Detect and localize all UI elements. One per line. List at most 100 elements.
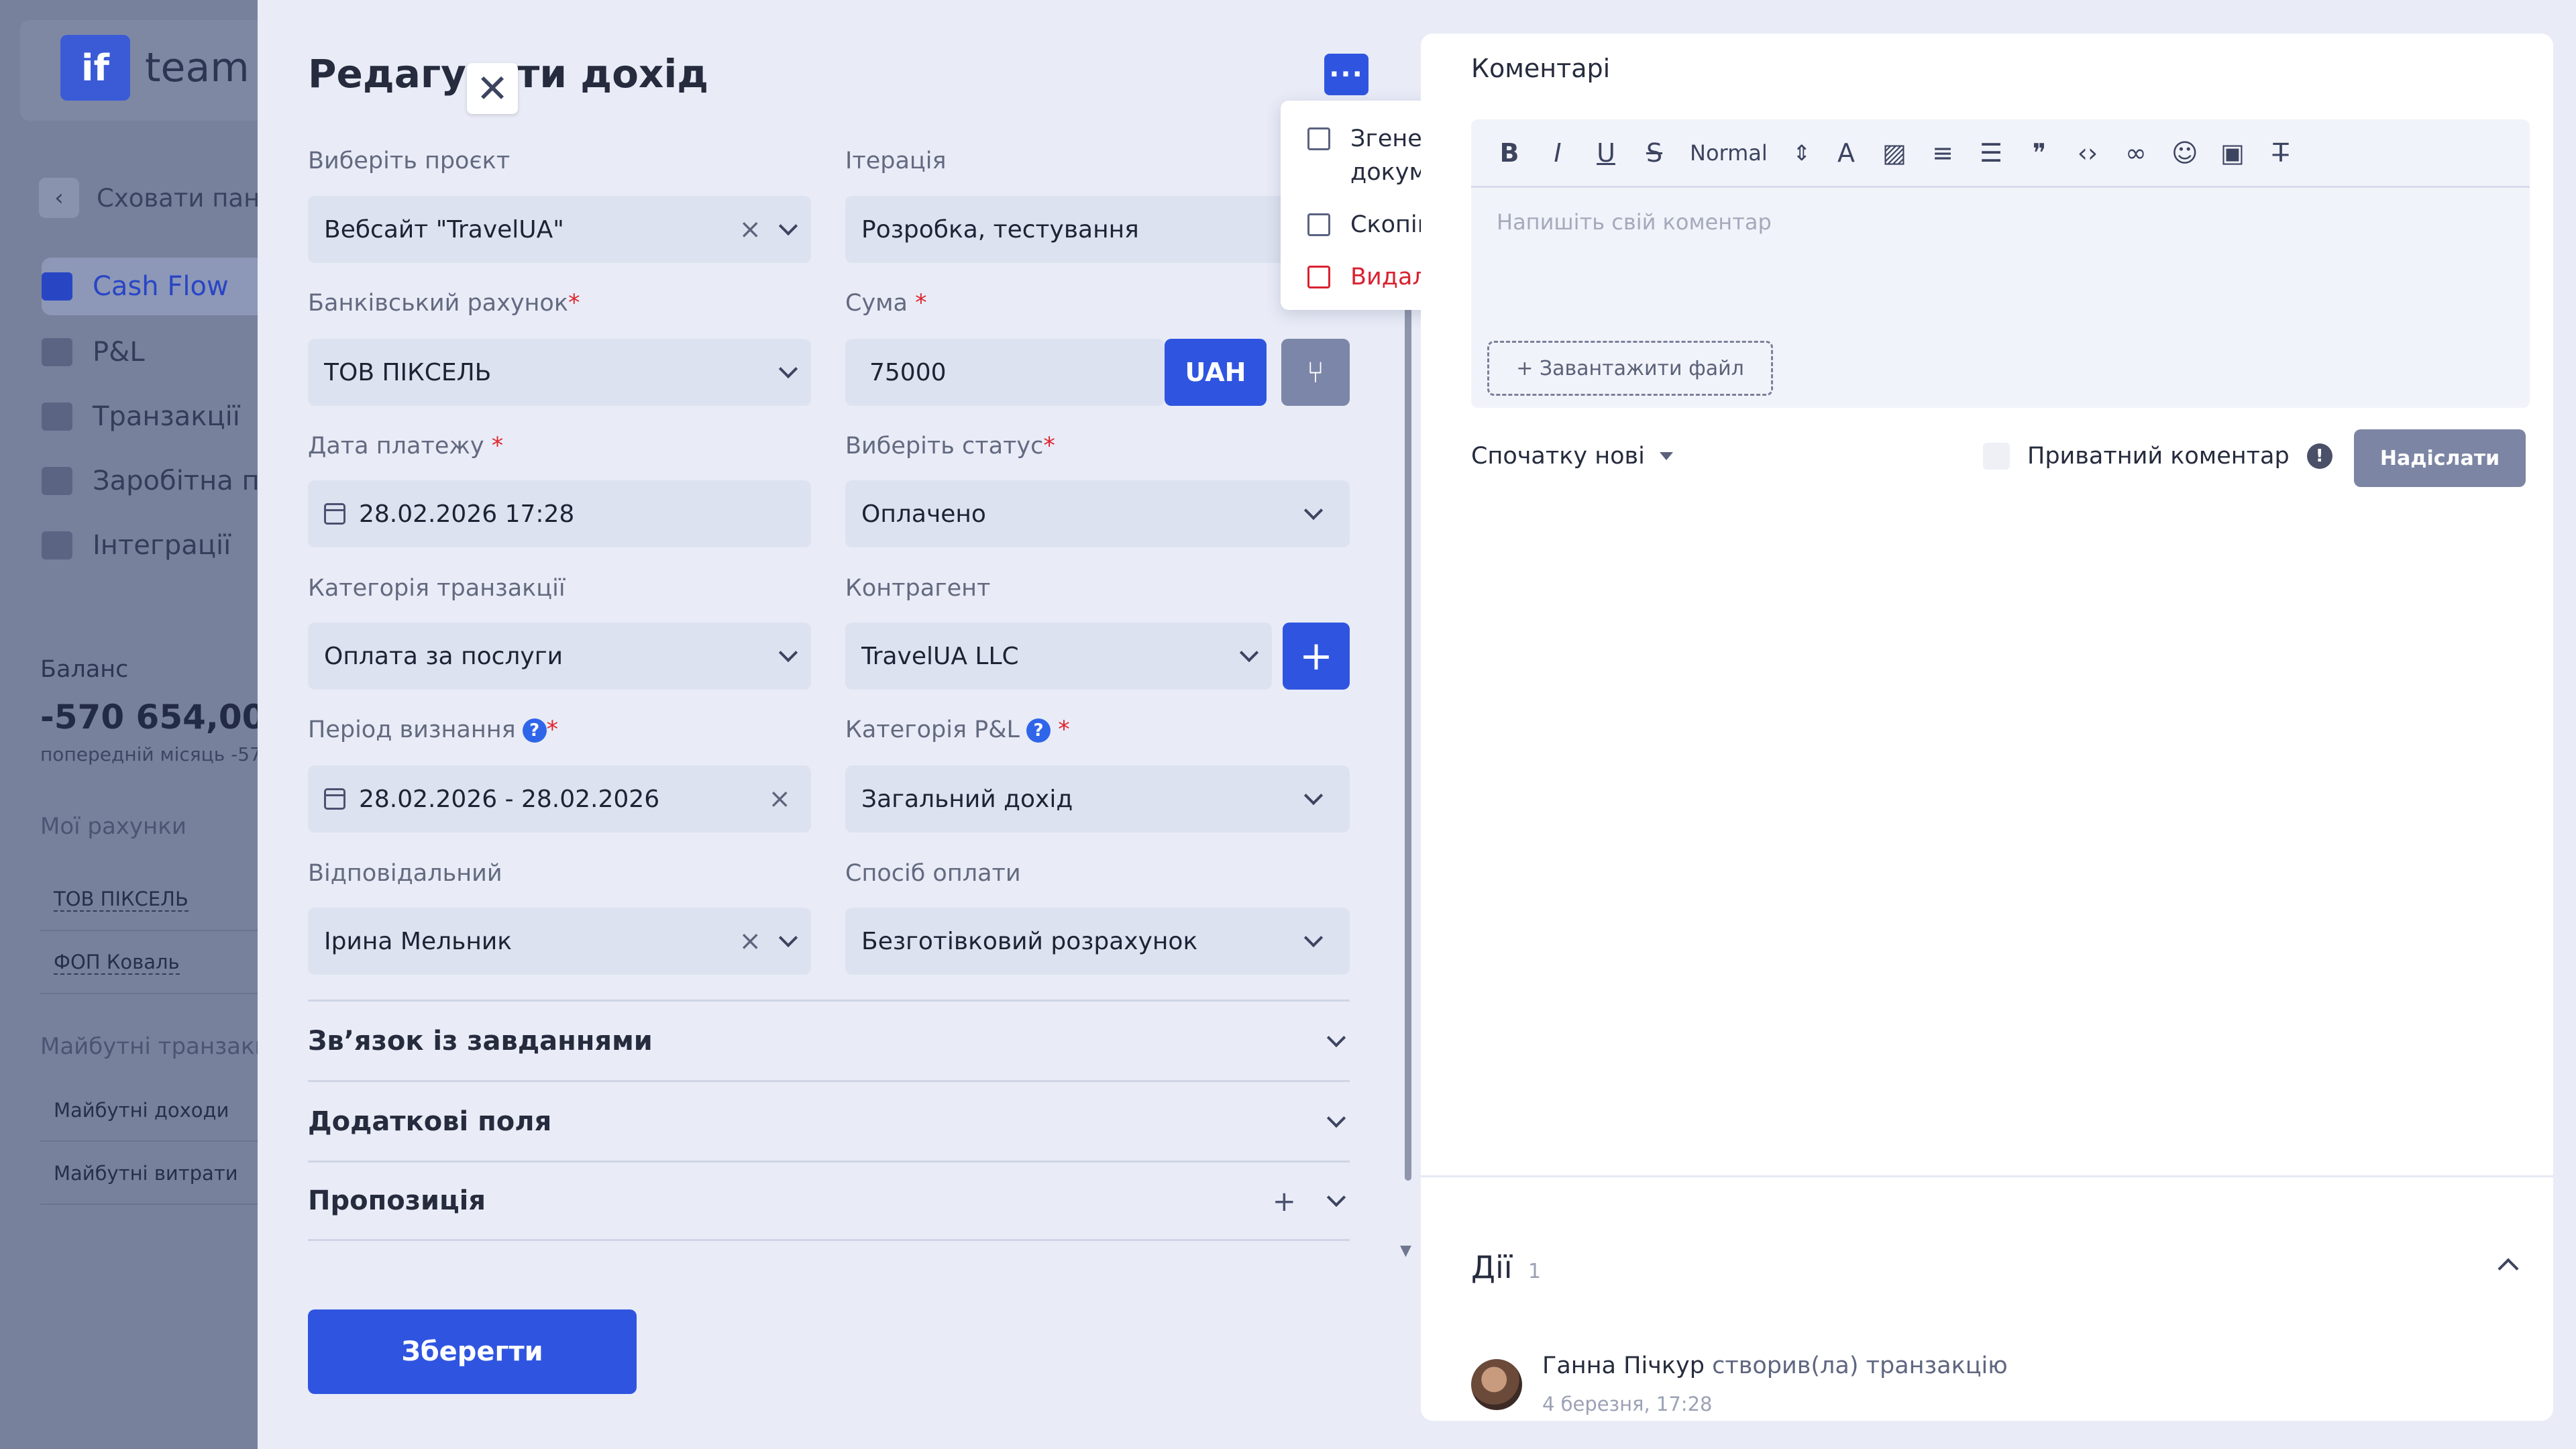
category-label: Категорія транзакції — [308, 575, 566, 602]
more-options-button[interactable]: ··· — [1324, 54, 1368, 95]
accordion-proposal[interactable]: Пропозиція + — [308, 1161, 1350, 1241]
responsible-value: Ірина Мельник — [324, 927, 513, 955]
nav-label: Інтеграції — [93, 530, 231, 561]
send-button[interactable]: Надіслати — [2354, 429, 2526, 487]
link-icon[interactable]: ∞ — [2123, 138, 2149, 168]
amount-value: 75000 — [869, 358, 947, 386]
chevron-up-icon[interactable] — [2498, 1258, 2519, 1279]
nav-item-transactions[interactable]: Транзакції — [42, 388, 258, 445]
amount-input[interactable]: 75000 — [845, 339, 1165, 406]
payment-date-input[interactable]: 28.02.2026 17:28 — [308, 480, 811, 547]
strikethrough-button[interactable]: S — [1642, 138, 1667, 168]
responsible-select[interactable]: Ірина Мельник × — [308, 908, 811, 975]
amount-label: Сума * — [845, 290, 927, 317]
accordion-extra-fields[interactable]: Додаткові поля — [308, 1080, 1350, 1161]
counterparty-label: Контрагент — [845, 575, 991, 602]
comment-editor[interactable]: B I U S Normal ⇕ A ▨ ≡ ☰ ❞ ‹› ∞ ☺ ▣ T̶ На… — [1471, 119, 2530, 408]
actions-title: Дії — [1471, 1249, 1513, 1285]
clear-icon[interactable]: × — [768, 784, 791, 814]
plus-icon[interactable]: + — [1273, 1185, 1296, 1218]
chevron-down-icon — [1326, 1187, 1346, 1208]
payment-date-label: Дата платежу * — [308, 433, 504, 460]
accordion-task-links[interactable]: Зв’язок із завданнями — [308, 1000, 1350, 1080]
background-sidebar: if team ‹ Сховати панел Cash Flow P&L Тр… — [0, 0, 258, 1449]
private-comment-toggle[interactable]: Приватний коментар ! — [1983, 443, 2332, 470]
future-item[interactable]: Майбутні доходи — [40, 1080, 258, 1142]
nav-item-salary[interactable]: Заробітна п — [42, 452, 258, 510]
activity-text: Ганна Пічкур створив(ла) транзакцію — [1542, 1352, 2008, 1379]
quote-icon[interactable]: ❞ — [2027, 138, 2052, 168]
project-select[interactable]: Вебсайт "TravelUA" × — [308, 196, 811, 263]
counterparty-value: TravelUA LLC — [861, 642, 1019, 670]
pl-category-select[interactable]: Загальний дохід — [845, 765, 1350, 833]
avatar — [1471, 1359, 1522, 1410]
bold-button[interactable]: B — [1497, 138, 1522, 168]
highlight-icon[interactable]: ▨ — [1882, 138, 1907, 168]
nav-item-pl[interactable]: P&L — [42, 323, 258, 381]
trash-icon — [1307, 266, 1330, 288]
private-label: Приватний коментар — [2027, 443, 2290, 470]
scrollbar-thumb[interactable] — [1405, 161, 1411, 1181]
text-color-icon[interactable]: A — [1833, 138, 1859, 168]
chevron-down-icon — [778, 928, 798, 948]
chevron-down-icon — [778, 643, 798, 663]
ordered-list-icon[interactable]: ≡ — [1930, 138, 1955, 168]
counterparty-select[interactable]: TravelUA LLC — [845, 623, 1272, 690]
comment-placeholder: Напишіть свій коментар — [1497, 209, 1772, 235]
add-counterparty-button[interactable]: + — [1283, 623, 1350, 690]
sync-icon — [42, 531, 72, 559]
period-input[interactable]: 28.02.2026 - 28.02.2026 × — [308, 765, 811, 833]
responsible-label: Відповідальний — [308, 860, 502, 887]
payment-date-value: 28.02.2026 17:28 — [359, 500, 575, 528]
card-icon — [42, 402, 72, 431]
nav-label: Cash Flow — [93, 271, 229, 302]
edit-income-panel: ✕ Редагувати дохід ··· Виберіть проєкт В… — [258, 0, 1615, 1449]
status-label: Виберіть статус* — [845, 433, 1055, 460]
image-icon[interactable]: ▣ — [2220, 138, 2245, 168]
category-select[interactable]: Оплата за послуги — [308, 623, 811, 690]
iteration-select[interactable]: Розробка, тестування — [845, 196, 1350, 263]
help-icon[interactable]: ? — [522, 718, 547, 743]
bank-account-select[interactable]: ТОВ ПІКСЕЛЬ — [308, 339, 811, 406]
close-icon[interactable]: ✕ — [467, 63, 518, 114]
account-label: ФОП Коваль — [54, 951, 180, 975]
pl-category-value: Загальний дохід — [861, 785, 1073, 813]
updown-icon: ⇕ — [1792, 140, 1811, 166]
account-item[interactable]: ФОП Коваль — [40, 932, 258, 994]
balance-value: -570 654,00 ₴ — [40, 698, 258, 737]
private-checkbox[interactable] — [1983, 443, 2010, 470]
account-item[interactable]: ТОВ ПІКСЕЛЬ — [40, 869, 258, 931]
sort-select[interactable]: Спочатку нові — [1471, 443, 1673, 470]
payment-method-select[interactable]: Безготівковий розрахунок — [845, 908, 1350, 975]
text-format-select[interactable]: Normal ⇕ — [1690, 140, 1811, 166]
emoji-icon[interactable]: ☺ — [2171, 138, 2198, 168]
nav-item-cash-flow[interactable]: Cash Flow — [42, 258, 258, 315]
bullet-list-icon[interactable]: ☰ — [1978, 138, 2004, 168]
calendar-icon — [42, 338, 72, 366]
sort-label: Спочатку нові — [1471, 443, 1645, 470]
currency-button[interactable]: UAH — [1165, 339, 1267, 406]
code-icon[interactable]: ‹› — [2075, 138, 2100, 168]
status-select[interactable]: Оплачено — [845, 480, 1350, 547]
nav-label: Заробітна п — [93, 466, 258, 496]
scroll-down-icon[interactable]: ▼ — [1400, 1242, 1411, 1259]
future-item[interactable]: Майбутні витрати — [40, 1143, 258, 1205]
clear-format-icon[interactable]: T̶ — [2268, 138, 2294, 168]
chevron-down-icon — [1303, 786, 1324, 806]
split-icon[interactable]: ⑂ — [1281, 339, 1350, 406]
clear-icon[interactable]: × — [739, 214, 761, 245]
bar-chart-icon — [42, 272, 72, 301]
save-button[interactable]: Зберегти — [308, 1309, 637, 1394]
help-icon[interactable]: ? — [1026, 718, 1051, 743]
download-icon — [1307, 127, 1330, 150]
hide-panel-button[interactable]: ‹ Сховати панел — [39, 174, 258, 221]
calendar-icon — [324, 503, 345, 525]
account-label: ТОВ ПІКСЕЛЬ — [54, 888, 189, 912]
clear-icon[interactable]: × — [739, 926, 761, 957]
underline-button[interactable]: U — [1593, 138, 1619, 168]
upload-file-button[interactable]: + Завантажити файл — [1487, 341, 1773, 396]
italic-button[interactable]: I — [1545, 138, 1570, 168]
info-icon[interactable]: ! — [2306, 443, 2332, 469]
comments-title: Коментарі — [1471, 54, 1611, 83]
nav-item-integrations[interactable]: Інтеграції — [42, 517, 258, 574]
